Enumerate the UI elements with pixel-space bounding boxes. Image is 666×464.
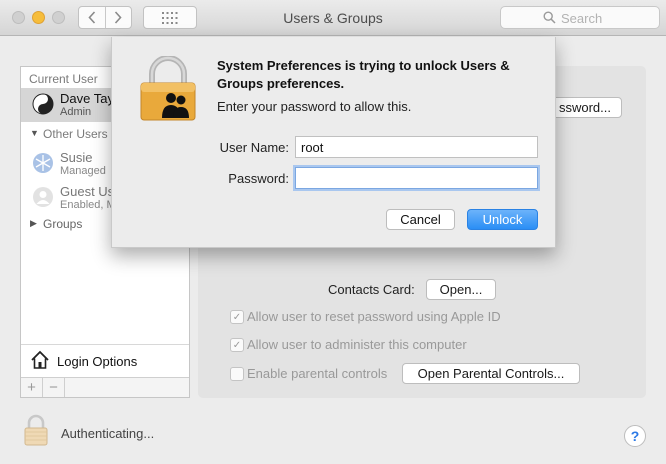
user-role: Admin [60,106,92,118]
user-name: Susie [60,150,93,165]
help-button[interactable]: ? [624,425,646,447]
lock-icon[interactable] [24,414,48,446]
groups-header[interactable]: Groups [43,217,82,231]
user-name: Guest Us [60,184,115,199]
search-placeholder: Search [561,11,603,26]
password-label: Password: [228,171,289,186]
open-contacts-button[interactable]: Open... [426,279,496,300]
checkbox[interactable]: ✓ [230,338,244,352]
add-user-button[interactable]: + [21,378,43,397]
authentication-dialog: System Preferences is trying to unlock U… [111,37,556,248]
checkbox-label: Enable parental controls [247,366,388,381]
dialog-title: System Preferences is trying to unlock U… [217,58,510,91]
checkbox[interactable] [230,367,244,381]
disclosure-triangle-closed-icon[interactable]: ▶ [30,218,37,229]
user-status: Managed [60,165,106,177]
house-icon [31,350,49,369]
remove-user-button[interactable]: − [43,378,65,397]
search-icon [543,11,556,24]
cancel-button[interactable]: Cancel [386,209,455,230]
checkbox-label: Allow user to reset password using Apple… [247,309,501,324]
unlock-button[interactable]: Unlock [467,209,538,230]
current-user-header: Current User [29,72,98,86]
username-field[interactable]: root [295,136,538,158]
password-field[interactable] [295,167,538,189]
guest-avatar-icon [33,187,53,207]
username-label: User Name: [219,140,289,155]
dialog-message: Enter your password to allow this. [217,99,412,114]
other-users-header: Other Users [43,127,108,141]
auth-status-text: Authenticating... [61,426,155,441]
yin-yang-avatar-icon [32,93,54,115]
login-options-label: Login Options [57,354,138,369]
open-parental-controls-button[interactable]: Open Parental Controls... [402,363,580,384]
checkbox-label: Allow user to administer this computer [247,337,467,352]
search-field[interactable]: Search [500,6,660,29]
user-name: Dave Tay [60,91,114,106]
sidebar-footer: + − [21,377,189,397]
user-status: Enabled, M [60,199,116,211]
disclosure-triangle-open-icon[interactable]: ▼ [30,128,39,138]
checkbox[interactable]: ✓ [230,310,244,324]
contacts-card-label: Contacts Card: [328,282,415,297]
title-bar: Users & Groups Search [0,0,666,36]
login-options-item[interactable]: Login Options [21,344,189,377]
snowflake-avatar-icon [33,153,53,173]
lock-users-icon [140,56,196,121]
